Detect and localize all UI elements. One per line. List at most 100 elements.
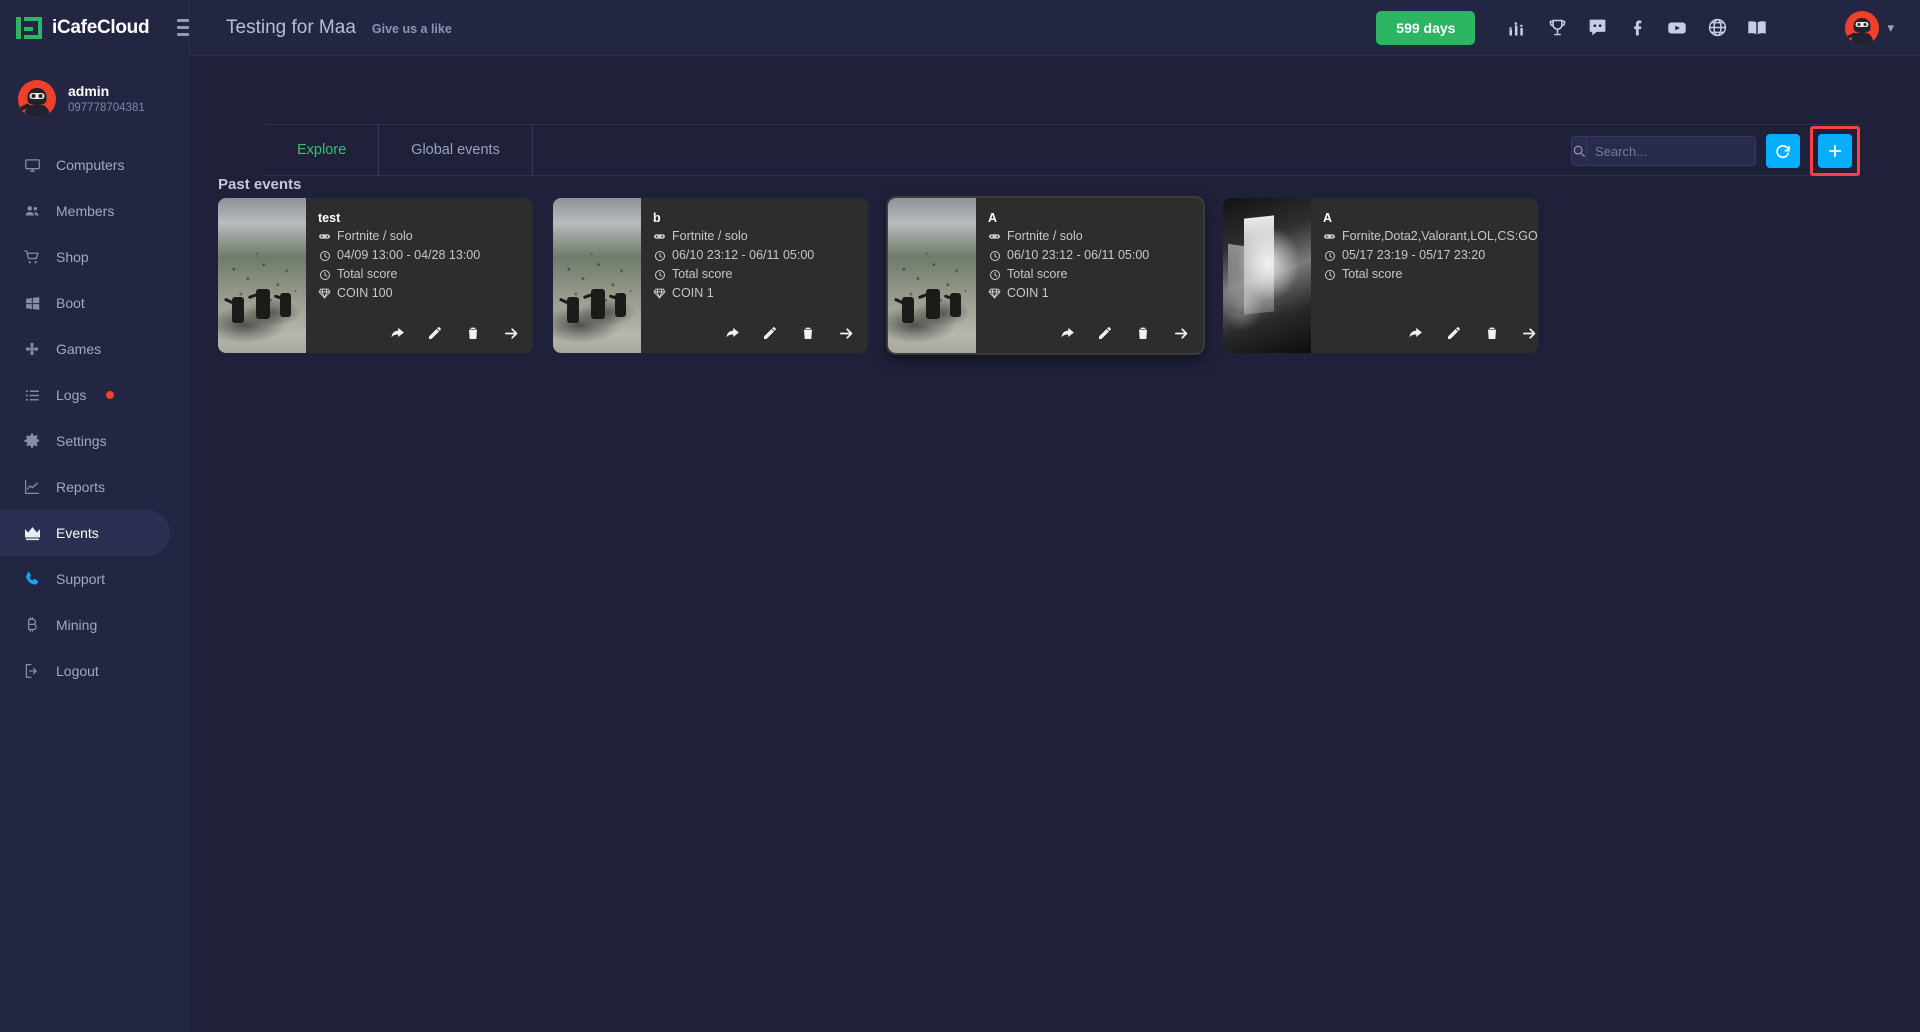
open-icon[interactable] (836, 323, 856, 343)
toolbar-right (1571, 125, 1860, 177)
discord-icon[interactable] (1577, 8, 1617, 48)
event-dates: 06/10 23:12 - 06/11 05:00 (672, 248, 815, 262)
sidebar-item-label: Mining (56, 617, 98, 633)
sidebar-avatar (18, 80, 56, 118)
brand-zone: iCafeCloud (0, 0, 190, 56)
tab-explore[interactable]: Explore (265, 124, 380, 176)
event-score-row: Total score (653, 265, 854, 284)
ranking-icon[interactable] (1497, 8, 1537, 48)
sidebar-item-label: Settings (56, 433, 107, 449)
event-title: b (653, 211, 661, 225)
event-game-row: Fortnite / solo (653, 227, 854, 246)
sidebar-item-support[interactable]: Support (0, 556, 170, 602)
monitor-icon (22, 155, 42, 175)
sidebar-item-logout[interactable]: Logout (0, 648, 170, 694)
delete-icon[interactable] (1482, 323, 1502, 343)
clock-icon (1323, 249, 1336, 262)
book-icon[interactable] (1737, 8, 1777, 48)
event-prize-row: COIN 100 (318, 284, 519, 303)
edit-icon[interactable] (760, 323, 780, 343)
event-thumbnail (888, 198, 976, 353)
sidebar-item-settings[interactable]: Settings (0, 418, 170, 464)
delete-icon[interactable] (463, 323, 483, 343)
event-card[interactable]: test Fortnite / solo 04/09 13:00 - 04/28… (218, 198, 533, 353)
tab-global-events[interactable]: Global events (379, 124, 533, 176)
event-card-body: A Fornite,Dota2,Valorant,LOL,CS:GO 05/17… (1311, 198, 1538, 353)
sidebar-item-label: Shop (56, 249, 89, 265)
event-prize-row: COIN 1 (653, 284, 854, 303)
event-score-row: Total score (988, 265, 1189, 284)
open-icon[interactable] (501, 323, 521, 343)
sidebar-item-reports[interactable]: Reports (0, 464, 170, 510)
gamepad-icon (653, 230, 666, 243)
event-game: Fortnite / solo (672, 229, 748, 243)
open-icon[interactable] (1171, 323, 1191, 343)
delete-icon[interactable] (1133, 323, 1153, 343)
event-score: Total score (672, 267, 733, 281)
share-icon[interactable] (1406, 323, 1426, 343)
event-dates: 05/17 23:19 - 05/17 23:20 (1342, 248, 1486, 262)
youtube-icon[interactable] (1657, 8, 1697, 48)
event-prize: COIN 1 (672, 286, 714, 300)
event-card[interactable]: b Fortnite / solo 06/10 23:12 - 06/11 05… (553, 198, 868, 353)
edit-icon[interactable] (1095, 323, 1115, 343)
hamburger-icon[interactable] (177, 19, 189, 36)
diamond-icon (318, 287, 331, 300)
sidebar-item-computers[interactable]: Computers (0, 142, 170, 188)
event-card-body: test Fortnite / solo 04/09 13:00 - 04/28… (306, 198, 533, 353)
search-box[interactable] (1571, 136, 1756, 166)
give-us-a-like-link[interactable]: Give us a like (372, 22, 452, 36)
add-event-button[interactable] (1818, 134, 1852, 168)
event-dates-row: 05/17 23:19 - 05/17 23:20 (1323, 246, 1538, 265)
gamepad-icon (22, 339, 42, 359)
gamepad-icon (1323, 230, 1336, 243)
sidebar-user-block[interactable]: admin 097778704381 (0, 70, 190, 128)
logout-icon (22, 661, 42, 681)
edit-icon[interactable] (1444, 323, 1464, 343)
sidebar-item-label: Logs (56, 387, 87, 403)
event-card[interactable]: A Fornite,Dota2,Valorant,LOL,CS:GO 05/17… (1223, 198, 1538, 353)
days-badge[interactable]: 599 days (1376, 10, 1476, 45)
user-menu[interactable]: ▾ (1845, 10, 1894, 45)
event-dates: 06/10 23:12 - 06/11 05:00 (1007, 248, 1150, 262)
sidebar-item-members[interactable]: Members (0, 188, 170, 234)
sidebar-item-mining[interactable]: Mining (0, 602, 170, 648)
gear-icon (22, 431, 42, 451)
tab-label: Explore (297, 142, 347, 158)
share-icon[interactable] (387, 323, 407, 343)
clock-icon (988, 268, 1001, 281)
sidebar-item-label: Reports (56, 479, 106, 495)
edit-icon[interactable] (425, 323, 445, 343)
search-icon (1572, 137, 1587, 165)
event-card-body: b Fortnite / solo 06/10 23:12 - 06/11 05… (641, 198, 868, 353)
search-input[interactable] (1587, 137, 1755, 165)
event-card-actions (387, 323, 521, 343)
event-prize: COIN 1 (1007, 286, 1049, 300)
event-thumbnail (218, 198, 306, 353)
page-title: Testing for Maa (226, 16, 356, 38)
sidebar-item-games[interactable]: Games (0, 326, 170, 372)
event-score: Total score (337, 267, 398, 281)
chevron-down-icon: ▾ (1887, 19, 1894, 35)
sidebar-item-events[interactable]: Events (0, 510, 170, 556)
delete-icon[interactable] (798, 323, 818, 343)
page-title-wrap: Testing for Maa Give us a like (226, 17, 452, 39)
logs-notification-badge (106, 391, 115, 399)
users-icon (22, 201, 42, 221)
sidebar-item-label: Members (56, 203, 115, 219)
sidebar-item-boot[interactable]: Boot (0, 280, 170, 326)
event-title: A (988, 211, 998, 225)
event-card[interactable]: A Fortnite / solo 06/10 23:12 - 06/11 05… (888, 198, 1203, 353)
refresh-button[interactable] (1766, 134, 1800, 168)
share-icon[interactable] (1057, 323, 1077, 343)
globe-icon[interactable] (1697, 8, 1737, 48)
event-card-actions (1406, 323, 1538, 343)
sidebar-item-shop[interactable]: Shop (0, 234, 170, 280)
open-icon[interactable] (1520, 323, 1538, 343)
facebook-icon[interactable] (1617, 8, 1657, 48)
sidebar-nav: Computers Members Shop Boot Games Logs S… (0, 142, 190, 694)
event-thumbnail (553, 198, 641, 353)
trophy-icon[interactable] (1537, 8, 1577, 48)
sidebar-item-logs[interactable]: Logs (0, 372, 170, 418)
share-icon[interactable] (722, 323, 742, 343)
